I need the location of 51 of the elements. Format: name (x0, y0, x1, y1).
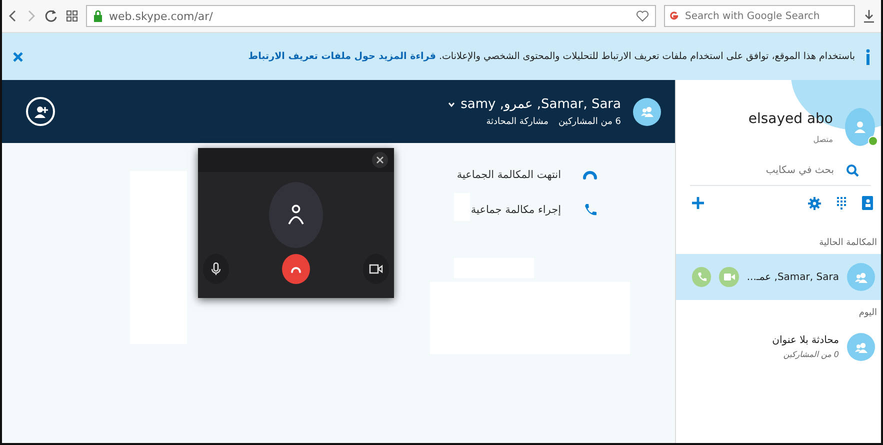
contacts-icon[interactable] (862, 196, 873, 210)
section-heading: المكالمة الحالية (818, 237, 878, 250)
call-action[interactable]: إجراء مكالمة جماعية (470, 203, 597, 217)
dialpad-icon[interactable] (837, 196, 846, 210)
conversation-title: Samar, Sara, عمـ... (746, 272, 839, 282)
add-person-button[interactable] (26, 97, 55, 126)
cookie-link[interactable]: قراءة المزيد حول ملفات تعريف الارتباط (248, 51, 436, 62)
lock-icon (93, 10, 103, 22)
chevron-icon[interactable] (448, 102, 455, 106)
banner-text: باستخدام هذا الموقع، توافق على استخدام ملفات تعريف الارتباط للتحليلات والمحتوى الشخصي والإعلانات. قراءة المزيد حول ملفات تعريف الارتباط (247, 51, 855, 62)
conversation-title: محادثة بلا عنوان (772, 335, 839, 346)
conversation-title: Samar, Sara, عمرو, samy (460, 96, 621, 112)
share-link[interactable]: مشاركة المحادثة (486, 116, 548, 126)
add-person-icon[interactable] (32, 104, 48, 118)
url-text: web.skype.com/ar/ (109, 10, 214, 22)
group-icon (640, 105, 654, 118)
info-icon (865, 48, 871, 64)
hangup-icon[interactable] (290, 265, 302, 273)
section-heading: اليوم (858, 307, 878, 320)
close-icon[interactable] (376, 156, 384, 164)
hangup-icon (583, 170, 597, 180)
group-icon (854, 340, 868, 354)
search-field[interactable]: بحث في سكايب (716, 164, 836, 177)
plus-icon[interactable] (692, 197, 704, 209)
grid-icon[interactable] (66, 10, 78, 22)
person-icon (287, 204, 305, 226)
reload-icon[interactable] (44, 9, 58, 23)
close-button[interactable] (372, 152, 388, 168)
conversation-item[interactable]: محادثة بلا عنوان 0 من المشاركين (676, 324, 881, 370)
profile-name: elsayed abo (748, 110, 833, 126)
settings-icon[interactable] (808, 196, 821, 210)
participants-count: 6 من المشاركين (558, 116, 621, 126)
end-call-button[interactable] (282, 254, 310, 284)
group-icon (854, 270, 868, 284)
person-icon (853, 120, 867, 134)
phone-icon (583, 203, 597, 217)
video-button[interactable] (363, 254, 389, 284)
microphone-icon[interactable] (211, 262, 221, 276)
video-camera-icon[interactable] (369, 264, 383, 274)
profile-avatar[interactable] (845, 108, 875, 146)
search-icon[interactable] (846, 164, 859, 177)
close-icon[interactable] (12, 50, 24, 62)
back-icon[interactable] (8, 9, 18, 23)
conversation-subtitle: 0 من المشاركين (783, 350, 839, 359)
call-action[interactable]: انتهت المكالمة الجماعية (456, 169, 597, 181)
address-bar[interactable]: web.skype.com/ar/ (86, 5, 656, 27)
download-icon[interactable] (863, 9, 875, 23)
search-field[interactable]: Search with Google Search (664, 5, 855, 27)
microphone-button[interactable] (203, 254, 229, 284)
heart-icon[interactable] (636, 10, 649, 22)
profile-status: متصل (813, 134, 833, 144)
